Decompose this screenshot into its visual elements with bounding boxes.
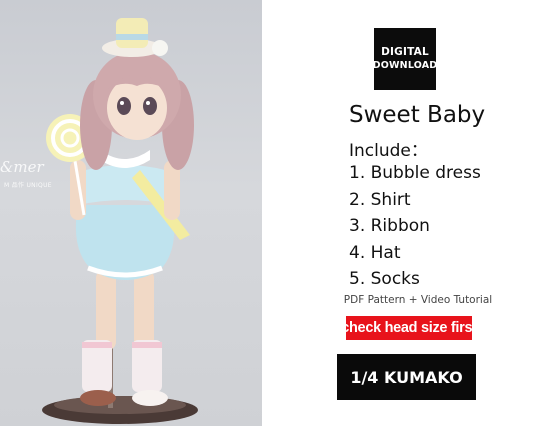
watermark-tagline: M 品作 UNIQUE (4, 182, 52, 189)
product-title: Sweet Baby (349, 102, 486, 128)
product-photo: &mer M 品作 UNIQUE (0, 0, 262, 426)
included-items-list: 1. Bubble dress 2. Shirt 3. Ribbon 4. Ha… (349, 160, 481, 293)
doll-size-label: 1/4 KUMAKO (337, 354, 476, 400)
list-item: 1. Bubble dress (349, 163, 481, 183)
badge-line-2: DOWNLOAD (372, 60, 438, 71)
badge-line-1: DIGITAL (381, 46, 429, 58)
list-item: 2. Shirt (349, 189, 411, 210)
product-info-panel: DIGITAL DOWNLOAD Sweet Baby Include： 1. … (262, 0, 533, 426)
head-size-warning: check head size first (341, 316, 477, 340)
list-item: 4. Hat (349, 242, 401, 263)
doll-illustration (42, 18, 198, 424)
format-note: PDF Pattern + Video Tutorial (343, 294, 493, 306)
list-item: 3. Ribbon (349, 216, 430, 236)
digital-download-badge: DIGITAL DOWNLOAD (372, 28, 438, 90)
watermark-logo: &mer (0, 158, 44, 176)
list-item: 5. Socks (349, 269, 420, 289)
include-label: Include： (349, 141, 428, 161)
